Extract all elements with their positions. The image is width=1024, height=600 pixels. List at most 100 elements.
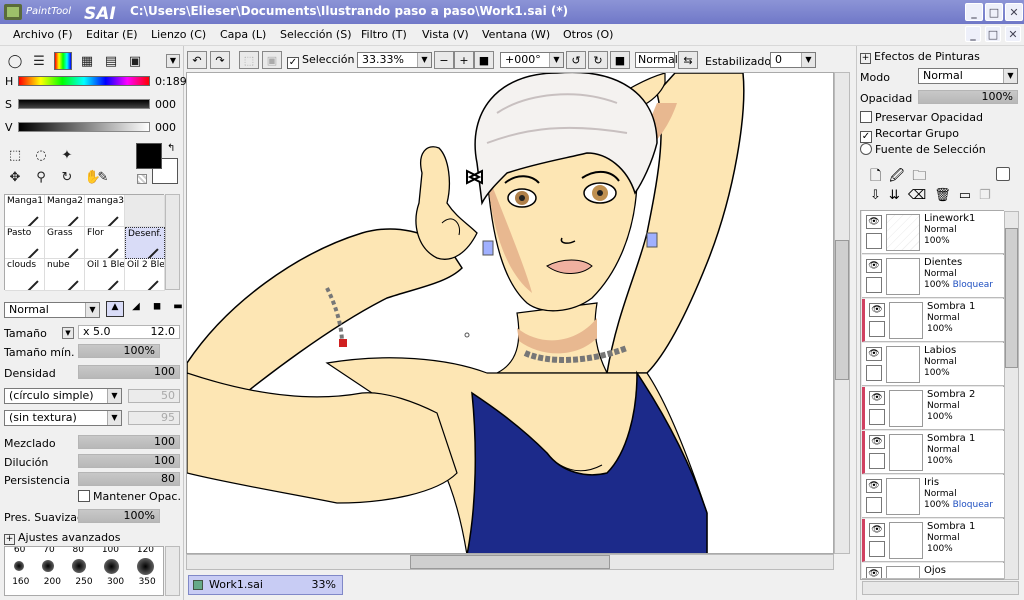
clip-group-checkbox[interactable]: ✓ Recortar Grupo [860, 127, 959, 143]
brush-shape-strength[interactable]: 50 [128, 389, 180, 403]
zoom-icon[interactable]: ⚲ [32, 168, 50, 186]
zoom-reset-button[interactable]: ■ [474, 51, 494, 69]
size-presets-scrollbar[interactable] [165, 546, 180, 596]
lasso-icon[interactable]: ◌ [32, 146, 50, 164]
brush-slot[interactable]: Manga1 [5, 195, 45, 227]
menu-archivo[interactable]: Archivo (F) [13, 28, 73, 41]
brush-texture-strength[interactable]: 95 [128, 411, 180, 425]
blend-slider[interactable]: 100 [78, 435, 180, 449]
layer-list-scroll-thumb[interactable] [1005, 228, 1018, 368]
brush-slot[interactable]: Pasto [5, 227, 45, 259]
layer-props-icon[interactable]: ▭ [959, 188, 971, 203]
size-multiplier-dropdown[interactable]: ▼ [62, 327, 74, 339]
min-size-slider[interactable]: 100% [78, 344, 160, 358]
preserve-opacity-checkbox[interactable]: Preservar Opacidad [860, 111, 983, 124]
visibility-eye-icon[interactable]: 👁 [866, 215, 882, 229]
hue-slider[interactable] [18, 76, 150, 86]
rgb-slider-icon[interactable]: ☰ [30, 52, 48, 70]
rotate-icon[interactable]: ↻ [58, 168, 76, 186]
brush-slot[interactable]: Oil 2 Ble [125, 259, 165, 291]
brush-slot-selected[interactable]: Desenf. [125, 227, 165, 259]
brush-slot-empty[interactable] [125, 195, 165, 227]
color-wheel-icon[interactable]: ◯ [6, 52, 24, 70]
doc-restore-button[interactable]: □ [985, 26, 1001, 42]
smooth-pressure-slider[interactable]: 100% [78, 509, 160, 523]
effects-header[interactable]: + Efectos de Pinturas [860, 50, 980, 64]
dilution-slider[interactable]: 100 [78, 454, 180, 468]
maximize-button[interactable]: □ [985, 3, 1003, 21]
size-preset-dot[interactable] [72, 559, 86, 573]
layer-row[interactable]: 👁 Sombra 1 Normal 100% [862, 299, 1004, 342]
saturation-slider[interactable] [18, 99, 150, 109]
magic-wand-icon[interactable]: ✦ [58, 146, 76, 164]
visibility-eye-icon[interactable]: 👁 [869, 391, 885, 405]
value-slider[interactable] [18, 122, 150, 132]
copy-layer-icon[interactable]: ❐ [979, 188, 991, 203]
swap-colors-icon[interactable]: ↰ [167, 143, 175, 154]
brush-grid-scrollbar[interactable] [165, 194, 180, 290]
menu-editar[interactable]: Editar (E) [86, 28, 138, 41]
brush-slot[interactable]: nube [45, 259, 85, 291]
visibility-eye-icon[interactable]: 👁 [866, 347, 882, 361]
view-mode-box[interactable]: Normal [635, 52, 678, 68]
brush-texture-select[interactable]: (sin textura) ▼ [4, 410, 122, 426]
layer-mode-select[interactable]: Normal ▼ [918, 68, 1018, 84]
edge-shape-4-icon[interactable]: ▬ [169, 301, 187, 317]
doc-minimize-button[interactable]: _ [965, 26, 981, 42]
size-preset-dot[interactable] [104, 558, 119, 574]
layer-mask-icon[interactable] [996, 167, 1010, 181]
new-folder-icon[interactable]: 🗀 [912, 165, 926, 189]
layer-row[interactable]: 👁 Sombra 1 Normal 100% [862, 431, 1004, 474]
brush-slot[interactable]: clouds [5, 259, 45, 291]
brush-slot[interactable]: Manga2 [45, 195, 85, 227]
selection-source-checkbox[interactable]: Fuente de Selección [860, 143, 986, 156]
invert-select-button[interactable]: ▣ [262, 51, 282, 69]
size-slider[interactable]: x 5.0 12.0 [78, 325, 180, 339]
merge-down-icon[interactable]: ⇊ [889, 188, 900, 203]
size-preset-dot[interactable] [137, 557, 154, 575]
visibility-eye-icon[interactable]: 👁 [866, 259, 882, 273]
zoom-in-button[interactable]: + [454, 51, 474, 69]
rotation-select[interactable]: +000° ▼ [500, 52, 564, 68]
layer-row[interactable]: 👁 Dientes Normal 100% Bloquear [862, 255, 1004, 298]
rect-select-icon[interactable]: ⬚ [6, 146, 24, 164]
brush-slot[interactable]: Flor [85, 227, 125, 259]
undo-button[interactable]: ↶ [187, 51, 207, 69]
rotate-reset-button[interactable]: ■ [610, 51, 630, 69]
menu-lienzo[interactable]: Lienzo (C) [151, 28, 206, 41]
brush-slot[interactable]: Oil 1 Ble [85, 259, 125, 291]
document-tab[interactable]: Work1.sai 33% [188, 575, 343, 595]
menu-vista[interactable]: Vista (V) [422, 28, 469, 41]
layer-row[interactable]: 👁 Sombra 2 Normal 100% [862, 387, 1004, 430]
minimize-button[interactable]: _ [965, 3, 983, 21]
swatches-icon[interactable]: ▦ [78, 52, 96, 70]
drawing-canvas[interactable] [186, 72, 834, 554]
edge-shape-1-icon[interactable]: ▲ [106, 301, 124, 317]
size-preset-dot[interactable] [42, 560, 54, 572]
layer-opacity-slider[interactable]: 100% [918, 90, 1018, 104]
brush-shape-select[interactable]: (círculo simple) ▼ [4, 388, 122, 404]
stabilizer-select[interactable]: 0 ▼ [770, 52, 816, 68]
edge-shape-2-icon[interactable]: ◢ [127, 301, 145, 317]
user-palette-icon[interactable]: ▤ [102, 52, 120, 70]
close-button[interactable]: ✕ [1005, 3, 1023, 21]
delete-layer-icon[interactable]: 🗑 [934, 188, 951, 203]
canvas-h-scroll-thumb[interactable] [410, 555, 610, 569]
scratchpad-icon[interactable]: ▣ [126, 52, 144, 70]
canvas-v-scroll-thumb[interactable] [835, 240, 849, 380]
zoom-out-button[interactable]: − [434, 51, 454, 69]
visibility-eye-icon[interactable]: 👁 [869, 303, 885, 317]
transparent-color-icon[interactable] [137, 174, 147, 184]
menu-filtro[interactable]: Filtro (T) [361, 28, 407, 41]
density-slider[interactable]: 100 [78, 365, 180, 379]
layer-row[interactable]: 👁 Ojos [862, 563, 1004, 579]
move-icon[interactable]: ✥ [6, 168, 24, 186]
new-linework-layer-icon[interactable]: 🖉 [889, 165, 904, 189]
clear-layer-icon[interactable]: ⌫ [908, 188, 926, 203]
visibility-eye-icon[interactable]: 👁 [869, 523, 885, 537]
menu-otros[interactable]: Otros (O) [563, 28, 613, 41]
menu-ventana[interactable]: Ventana (W) [482, 28, 550, 41]
persistence-slider[interactable]: 80 [78, 472, 180, 486]
color-panel-dropdown[interactable]: ▼ [166, 54, 180, 68]
flip-horizontal-button[interactable]: ⇆ [678, 51, 698, 69]
